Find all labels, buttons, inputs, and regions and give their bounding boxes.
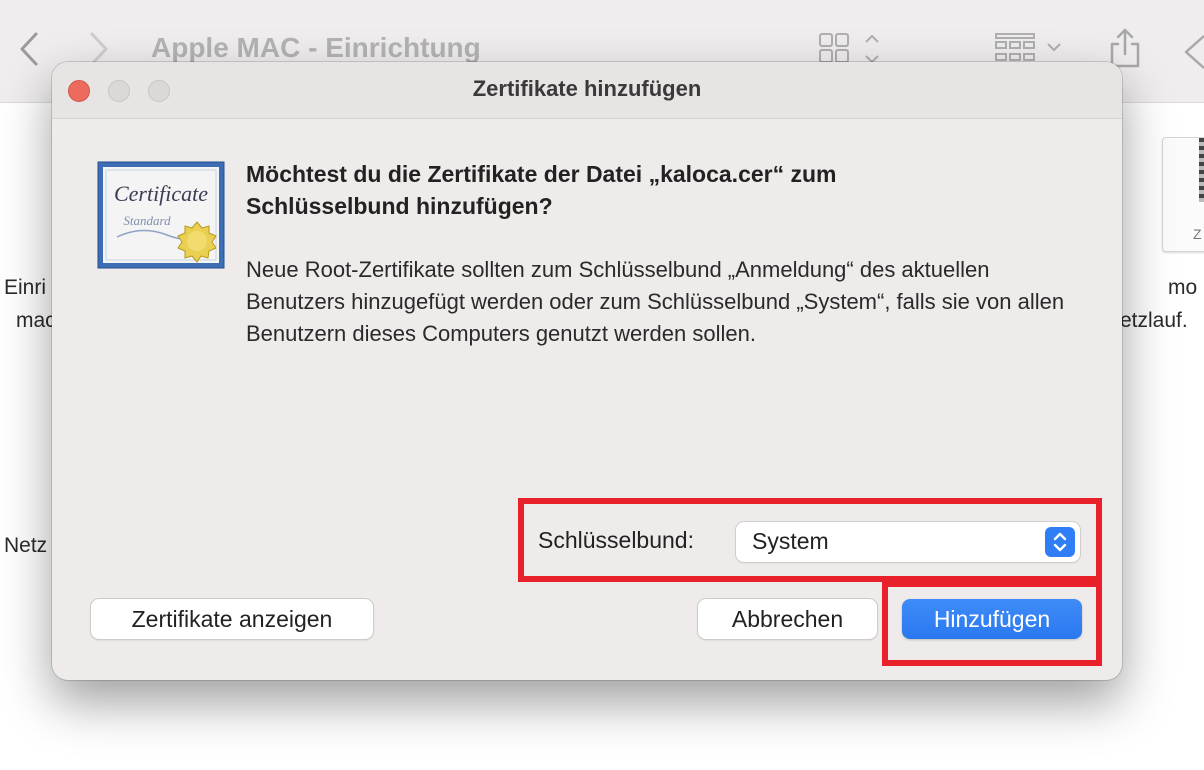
dialog-question: Möchtest du die Zertifikate der Datei „k… <box>246 161 837 219</box>
dialog-titlebar: Zertifikate hinzufügen <box>52 62 1122 119</box>
thumbnail-label: Z <box>1193 226 1202 242</box>
window-title: Apple MAC - Einrichtung <box>151 32 481 63</box>
keychain-select[interactable]: System <box>736 522 1080 562</box>
add-certificates-dialog: Zertifikate hinzufügen Certificate Stand… <box>52 62 1122 680</box>
cancel-button[interactable]: Abbrechen <box>698 599 877 639</box>
group-by-icon[interactable] <box>994 30 1066 66</box>
finder-item-label[interactable]: etzlauf. <box>1120 309 1188 333</box>
certificate-icon-title: Certificate <box>114 181 208 206</box>
show-certificates-button[interactable]: Zertifikate anzeigen <box>91 599 373 639</box>
finder-item-label[interactable]: Einri <box>4 276 46 300</box>
zipper-icon <box>1199 138 1204 202</box>
keychain-selected-value: System <box>752 528 829 554</box>
dialog-title: Zertifikate hinzufügen <box>472 76 702 101</box>
finder-item-label[interactable]: Netz <box>4 534 47 558</box>
finder-item-label[interactable]: mac <box>16 309 56 333</box>
finder-item-label[interactable]: mo <box>1168 276 1197 300</box>
back-icon[interactable] <box>14 30 44 68</box>
certificate-icon-subtitle: Standard <box>123 213 171 228</box>
zip-file-thumbnail[interactable]: Z <box>1162 137 1204 252</box>
certificate-icon: Certificate Standard <box>97 161 225 269</box>
add-button[interactable]: Hinzufügen <box>902 599 1082 639</box>
dialog-info-text: Neue Root-Zertifikate sollten zum Schlüs… <box>246 257 1065 346</box>
keychain-label: Schlüsselbund: <box>538 527 694 553</box>
select-stepper-icon[interactable] <box>1045 527 1075 557</box>
tag-icon[interactable] <box>1178 32 1204 72</box>
